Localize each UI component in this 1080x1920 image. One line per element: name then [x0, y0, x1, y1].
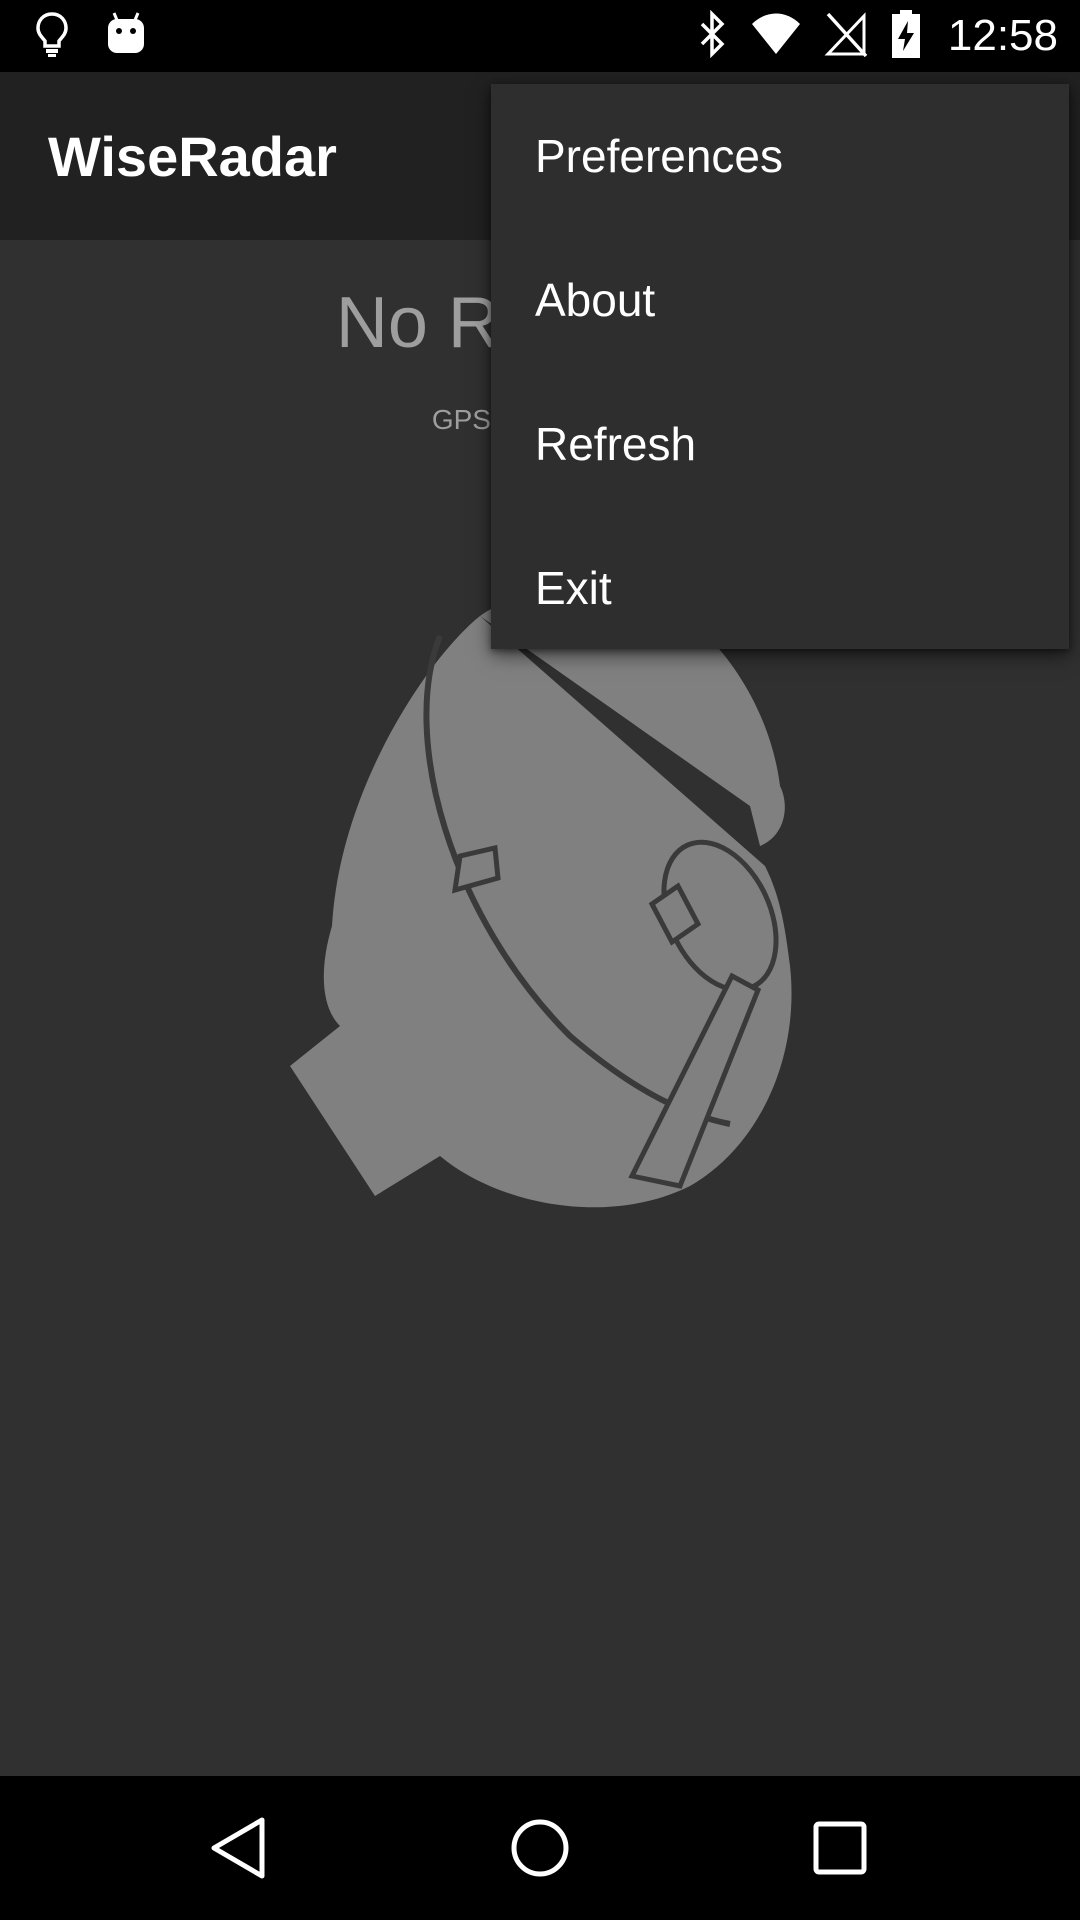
recents-icon — [813, 1821, 867, 1875]
wifi-icon — [750, 12, 802, 61]
menu-item-label: About — [535, 274, 656, 326]
battery-charging-icon — [890, 9, 922, 64]
screen: 12:58 WiseRadar No Radar Lo GPS features… — [0, 0, 1080, 1920]
no-sim-icon — [824, 10, 868, 63]
status-bar: 12:58 — [0, 0, 1080, 72]
bluetooth-icon — [698, 9, 728, 63]
home-button[interactable] — [504, 1812, 576, 1884]
menu-item-refresh[interactable]: Refresh — [491, 372, 1069, 516]
menu-item-preferences[interactable]: Preferences — [491, 84, 1069, 228]
recents-button[interactable] — [804, 1812, 876, 1884]
menu-item-label: Refresh — [535, 418, 697, 470]
menu-item-label: Exit — [535, 562, 612, 614]
navigation-bar — [0, 1776, 1080, 1920]
menu-item-exit[interactable]: Exit — [491, 516, 1069, 660]
menu-item-about[interactable]: About — [491, 228, 1069, 372]
status-left-icons — [34, 10, 146, 63]
android-icon — [106, 11, 146, 62]
back-button[interactable] — [204, 1812, 276, 1884]
menu-item-label: Preferences — [535, 130, 784, 182]
home-icon — [511, 1819, 569, 1877]
back-icon — [211, 1817, 265, 1879]
app-title: WiseRadar — [48, 125, 337, 188]
lightbulb-icon — [34, 10, 70, 63]
overflow-menu: Preferences About Refresh Exit — [491, 84, 1069, 649]
status-right-icons: 12:58 — [698, 8, 1058, 64]
status-time: 12:58 — [947, 11, 1058, 60]
